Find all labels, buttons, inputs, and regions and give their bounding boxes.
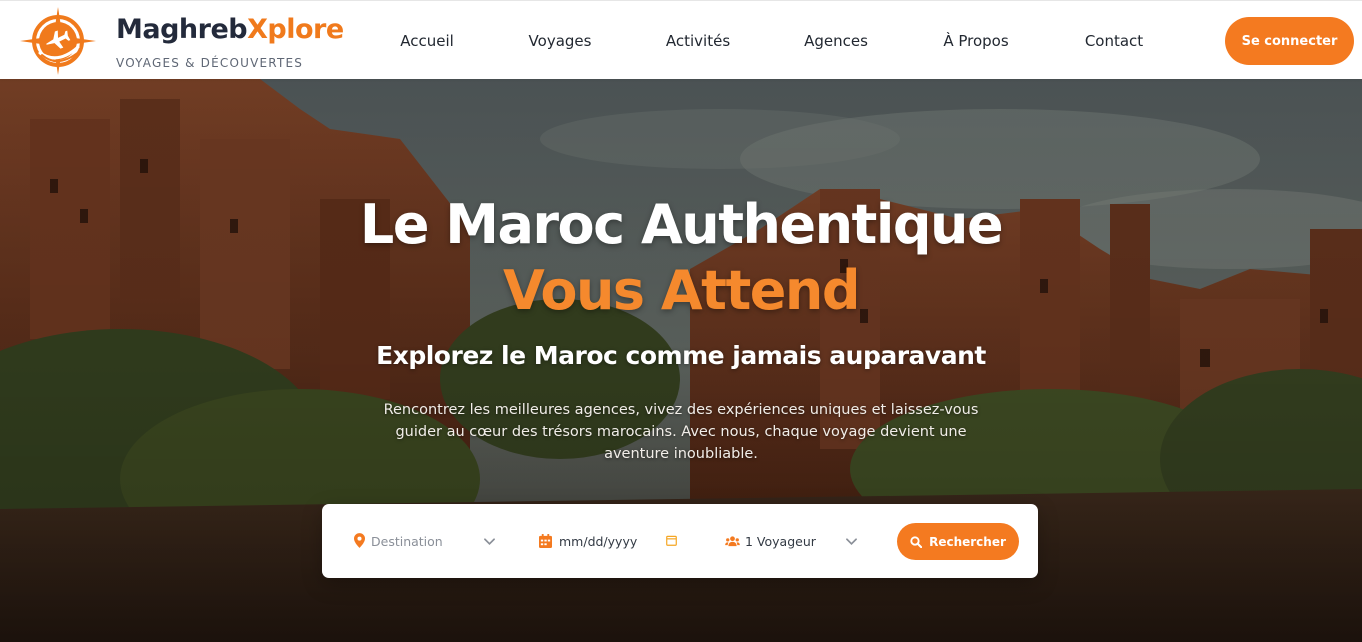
search-button-label: Rechercher: [929, 534, 1006, 549]
navbar: MaghrebXplore VOYAGES & DÉCOUVERTES Accu…: [0, 0, 1362, 79]
destination-field[interactable]: Destination: [350, 524, 500, 560]
hero-title-line2: Vous Attend: [503, 259, 860, 322]
nav-item-accueil[interactable]: Accueil: [400, 32, 454, 50]
brand-name-accent: Xplore: [247, 14, 344, 45]
brand-name-main: Maghreb: [116, 14, 248, 45]
nav-item-contact[interactable]: Contact: [1085, 32, 1143, 50]
chevron-down-icon: [846, 538, 857, 546]
brand-name[interactable]: MaghrebXplore: [116, 14, 344, 45]
hero-section: Le Maroc Authentique Vous Attend Explore…: [0, 79, 1362, 642]
brand-tagline: VOYAGES & DÉCOUVERTES: [116, 56, 304, 70]
search-button[interactable]: Rechercher: [897, 523, 1019, 560]
calendar-picker-icon[interactable]: [666, 535, 677, 546]
logo-icon[interactable]: [20, 7, 96, 75]
nav-item-a-propos[interactable]: À Propos: [943, 32, 1008, 50]
search-icon: [910, 535, 923, 548]
hero-subtitle: Explorez le Maroc comme jamais auparavan…: [376, 341, 986, 370]
date-input: mm/dd/yyyy: [559, 534, 638, 549]
date-field[interactable]: mm/dd/yyyy: [536, 524, 686, 560]
hero-title-line1: Le Maroc Authentique: [359, 193, 1004, 256]
calendar-icon: [539, 534, 552, 548]
nav-item-agences[interactable]: Agences: [804, 32, 868, 50]
travelers-field[interactable]: 1 Voyageur: [722, 524, 872, 560]
login-button[interactable]: Se connecter: [1225, 17, 1354, 65]
hero-description: Rencontrez les meilleures agences, vivez…: [383, 402, 979, 462]
users-icon: [725, 536, 740, 547]
search-bar: Destination mm/dd/yyyy 1 Voyageur Recher…: [322, 504, 1038, 578]
map-pin-icon: [354, 533, 365, 548]
travelers-select-value: 1 Voyageur: [745, 534, 816, 549]
nav-item-activites[interactable]: Activités: [666, 32, 730, 50]
destination-placeholder: Destination: [371, 534, 443, 549]
nav-item-voyages[interactable]: Voyages: [529, 32, 592, 50]
chevron-down-icon: [484, 538, 495, 546]
